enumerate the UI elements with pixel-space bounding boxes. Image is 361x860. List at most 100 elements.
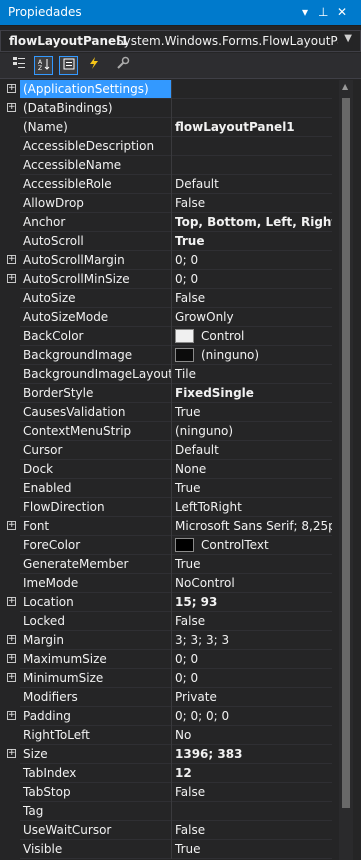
- property-value[interactable]: 0; 0: [172, 270, 332, 289]
- property-value[interactable]: True: [172, 403, 332, 422]
- property-row[interactable]: BackgroundImageLayout Tile: [0, 365, 332, 384]
- property-row[interactable]: + Size 1396; 383: [0, 745, 332, 764]
- property-row[interactable]: Modifiers Private: [0, 688, 332, 707]
- property-row[interactable]: Locked False: [0, 612, 332, 631]
- property-value[interactable]: None: [172, 460, 332, 479]
- property-value[interactable]: True: [172, 232, 332, 251]
- property-value[interactable]: ControlText: [172, 536, 332, 555]
- chevron-down-icon[interactable]: ▾: [302, 4, 308, 20]
- property-row[interactable]: Tag: [0, 802, 332, 821]
- property-row[interactable]: TabStop False: [0, 783, 332, 802]
- property-value[interactable]: GrowOnly: [172, 308, 332, 327]
- property-name[interactable]: Size: [20, 745, 171, 764]
- properties-icon[interactable]: [59, 56, 78, 75]
- property-name[interactable]: Enabled: [20, 479, 171, 498]
- property-name[interactable]: Margin: [20, 631, 171, 650]
- property-value[interactable]: False: [172, 194, 332, 213]
- expand-icon[interactable]: +: [7, 521, 16, 530]
- property-value[interactable]: 0; 0: [172, 669, 332, 688]
- property-value[interactable]: No: [172, 726, 332, 745]
- property-name[interactable]: AllowDrop: [20, 194, 171, 213]
- property-value[interactable]: Default: [172, 441, 332, 460]
- property-name[interactable]: GenerateMember: [20, 555, 171, 574]
- property-name[interactable]: TabIndex: [20, 764, 171, 783]
- property-name[interactable]: FlowDirection: [20, 498, 171, 517]
- property-row[interactable]: UseWaitCursor False: [0, 821, 332, 840]
- property-name[interactable]: ForeColor: [20, 536, 171, 555]
- property-value[interactable]: 12: [172, 764, 332, 783]
- property-name[interactable]: Cursor: [20, 441, 171, 460]
- property-value[interactable]: False: [172, 289, 332, 308]
- property-row[interactable]: AllowDrop False: [0, 194, 332, 213]
- property-value[interactable]: NoControl: [172, 574, 332, 593]
- scroll-thumb[interactable]: [342, 98, 350, 808]
- property-value[interactable]: Tile: [172, 365, 332, 384]
- property-name[interactable]: RightToLeft: [20, 726, 171, 745]
- property-row[interactable]: FlowDirection LeftToRight: [0, 498, 332, 517]
- property-value[interactable]: (ninguno): [172, 346, 332, 365]
- property-value[interactable]: 1396; 383: [172, 745, 332, 764]
- property-name[interactable]: AutoScroll: [20, 232, 171, 251]
- property-value[interactable]: [172, 137, 332, 156]
- property-row[interactable]: ContextMenuStrip (ninguno): [0, 422, 332, 441]
- property-row[interactable]: + Margin 3; 3; 3; 3: [0, 631, 332, 650]
- property-name[interactable]: AccessibleName: [20, 156, 171, 175]
- property-name[interactable]: Location: [20, 593, 171, 612]
- property-value[interactable]: (ninguno): [172, 422, 332, 441]
- property-value[interactable]: 0; 0; 0; 0: [172, 707, 332, 726]
- property-name[interactable]: AccessibleDescription: [20, 137, 171, 156]
- property-value[interactable]: Top, Bottom, Left, Right: [172, 213, 332, 232]
- alphabetical-icon[interactable]: AZ: [34, 56, 53, 75]
- property-value[interactable]: True: [172, 555, 332, 574]
- property-name[interactable]: UseWaitCursor: [20, 821, 171, 840]
- vertical-scrollbar[interactable]: ▲: [339, 80, 353, 860]
- property-row[interactable]: CausesValidation True: [0, 403, 332, 422]
- property-row[interactable]: ImeMode NoControl: [0, 574, 332, 593]
- property-value[interactable]: True: [172, 479, 332, 498]
- property-row[interactable]: + Font Microsoft Sans Serif; 8,25pt: [0, 517, 332, 536]
- property-row[interactable]: + AutoScrollMargin 0; 0: [0, 251, 332, 270]
- expand-icon[interactable]: +: [7, 711, 16, 720]
- property-row[interactable]: GenerateMember True: [0, 555, 332, 574]
- close-icon[interactable]: ✕: [337, 4, 347, 20]
- expand-icon[interactable]: +: [7, 255, 16, 264]
- property-value[interactable]: flowLayoutPanel1: [172, 118, 332, 137]
- property-value[interactable]: Default: [172, 175, 332, 194]
- property-row[interactable]: (Name) flowLayoutPanel1: [0, 118, 332, 137]
- property-row[interactable]: + (ApplicationSettings): [0, 80, 332, 99]
- property-value[interactable]: FixedSingle: [172, 384, 332, 403]
- property-name[interactable]: Anchor: [20, 213, 171, 232]
- property-row[interactable]: + AutoScrollMinSize 0; 0: [0, 270, 332, 289]
- property-row[interactable]: Anchor Top, Bottom, Left, Right: [0, 213, 332, 232]
- property-name[interactable]: AutoSizeMode: [20, 308, 171, 327]
- property-name[interactable]: AutoSize: [20, 289, 171, 308]
- property-name[interactable]: (Name): [20, 118, 171, 137]
- property-value[interactable]: [172, 80, 332, 99]
- property-name[interactable]: CausesValidation: [20, 403, 171, 422]
- property-row[interactable]: Cursor Default: [0, 441, 332, 460]
- chevron-down-icon[interactable]: ▼: [344, 33, 352, 44]
- events-icon[interactable]: [84, 56, 103, 75]
- property-value[interactable]: [172, 802, 332, 821]
- property-row[interactable]: Visible True: [0, 840, 332, 859]
- property-name[interactable]: AutoScrollMargin: [20, 251, 171, 270]
- property-name[interactable]: Visible: [20, 840, 171, 859]
- property-row[interactable]: BackColor Control: [0, 327, 332, 346]
- property-name[interactable]: TabStop: [20, 783, 171, 802]
- property-name[interactable]: BorderStyle: [20, 384, 171, 403]
- property-row[interactable]: + MaximumSize 0; 0: [0, 650, 332, 669]
- property-row[interactable]: AccessibleRole Default: [0, 175, 332, 194]
- property-row[interactable]: Enabled True: [0, 479, 332, 498]
- property-name[interactable]: MinimumSize: [20, 669, 171, 688]
- property-row[interactable]: AutoSize False: [0, 289, 332, 308]
- expand-icon[interactable]: +: [7, 673, 16, 682]
- property-value[interactable]: 3; 3; 3; 3: [172, 631, 332, 650]
- scroll-up-icon[interactable]: ▲: [342, 82, 348, 91]
- property-name[interactable]: Font: [20, 517, 171, 536]
- property-row[interactable]: AccessibleDescription: [0, 137, 332, 156]
- property-value[interactable]: Private: [172, 688, 332, 707]
- expand-icon[interactable]: +: [7, 274, 16, 283]
- property-value[interactable]: 0; 0: [172, 650, 332, 669]
- property-value[interactable]: Control: [172, 327, 332, 346]
- property-pages-icon[interactable]: [113, 56, 132, 75]
